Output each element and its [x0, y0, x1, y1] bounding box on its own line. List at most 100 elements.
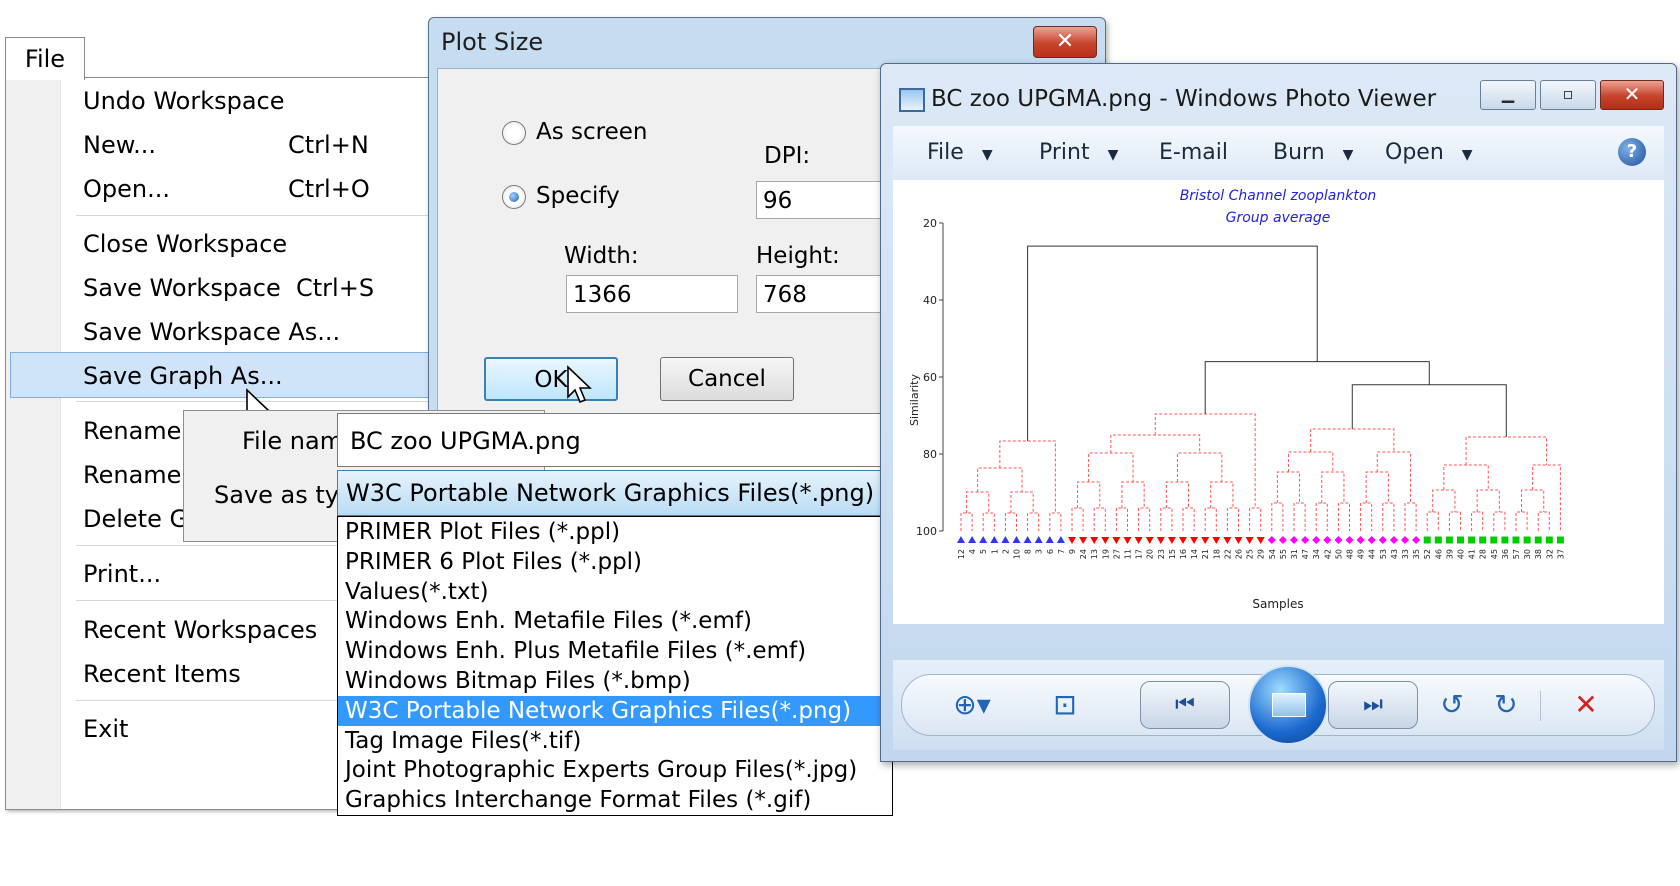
y-tick-label: 20 — [923, 217, 937, 230]
sample-marker — [1389, 536, 1398, 544]
y-tick-label: 40 — [923, 294, 937, 307]
sample-label: 49 — [1357, 549, 1366, 559]
delete-icon[interactable]: ✕ — [1564, 685, 1608, 725]
dendrogram-branch — [1204, 507, 1217, 531]
dendrogram-branch — [1276, 471, 1301, 503]
width-field[interactable]: 1366 — [566, 275, 738, 313]
menu-item-save-workspace[interactable]: Save Workspace Ctrl+S — [6, 265, 446, 311]
mouse-cursor-icon — [567, 365, 592, 404]
dendrogram-branch — [1154, 413, 1256, 508]
sample-marker — [1290, 536, 1298, 544]
dropdown-arrow-icon: ▼ — [1342, 147, 1354, 163]
file-type-option[interactable]: Windows Bitmap Files (*.bmp) — [338, 666, 892, 696]
sample-marker — [1079, 537, 1088, 544]
save-as-type-select[interactable]: W3C Portable Network Graphics Files(*.pn… — [337, 470, 893, 516]
file-type-option[interactable]: Windows Enh. Plus Metafile Files (*.emf) — [338, 636, 892, 666]
file-type-option[interactable]: PRIMER 6 Plot Files (*.ppl) — [338, 547, 892, 577]
dendrogram-branch — [1093, 507, 1106, 531]
sample-label: 10 — [1013, 549, 1022, 559]
viewer-menu-open[interactable]: Open ▼ — [1385, 126, 1473, 182]
menu-item-save-workspace-as[interactable]: Save Workspace As... — [6, 309, 446, 355]
sample-label: 18 — [1212, 549, 1221, 559]
file-type-option[interactable]: Windows Enh. Metafile Files (*.emf) — [338, 606, 892, 636]
dendrogram-branch — [1204, 361, 1430, 414]
sample-label: 15 — [1168, 549, 1177, 559]
sample-marker — [1156, 537, 1165, 544]
sample-label: 52 — [1423, 549, 1432, 559]
close-icon[interactable]: ✕ — [1033, 26, 1097, 58]
file-type-option[interactable]: Tag Image Files(*.tif) — [338, 726, 892, 756]
menu-item-close-workspace[interactable]: Close Workspace — [6, 221, 446, 267]
file-type-option[interactable]: W3C Portable Network Graphics Files(*.pn… — [338, 695, 892, 726]
sample-marker — [1056, 536, 1065, 543]
menu-item-undo-workspace[interactable]: Undo Workspace — [6, 78, 446, 124]
sample-label: 41 — [1468, 549, 1477, 559]
sample-label: 46 — [1434, 549, 1443, 559]
sample-marker — [1001, 536, 1010, 543]
dropdown-arrow-icon: ▼ — [1107, 147, 1119, 163]
sample-marker — [1023, 536, 1032, 543]
sample-marker — [1534, 536, 1542, 544]
viewer-menu-print[interactable]: Print ▼ — [1039, 126, 1118, 182]
help-icon[interactable]: ? — [1618, 138, 1646, 166]
close-icon[interactable]: ✕ — [1600, 80, 1664, 110]
dendrogram-branch — [1426, 511, 1439, 531]
as-screen-label: As screen — [536, 119, 648, 145]
sample-marker — [1356, 536, 1365, 544]
sample-label: 12 — [957, 549, 966, 559]
sample-label: 26 — [1235, 549, 1244, 559]
dendrogram-branch — [1176, 452, 1223, 482]
viewer-menu-burn[interactable]: Burn ▼ — [1273, 126, 1353, 182]
file-type-option[interactable]: Joint Photographic Experts Group Files(*… — [338, 755, 892, 785]
sample-marker — [1412, 536, 1421, 544]
file-type-option[interactable]: PRIMER Plot Files (*.ppl) — [338, 517, 892, 547]
viewer-menu-email[interactable]: E-mail — [1159, 126, 1228, 180]
controls-divider — [1540, 691, 1541, 721]
sample-marker — [1556, 536, 1564, 544]
zoom-icon[interactable]: ⊕▾ — [942, 685, 1002, 725]
slideshow-button[interactable] — [1248, 665, 1328, 745]
actual-size-icon[interactable]: ⊡ — [1040, 685, 1090, 725]
sample-label: 28 — [1479, 549, 1488, 559]
as-screen-radio[interactable] — [502, 121, 526, 145]
menu-item-open[interactable]: Open... Ctrl+O — [6, 166, 446, 212]
viewer-menu-file[interactable]: File ▼ — [927, 126, 993, 182]
previous-icon[interactable]: ⏮ — [1140, 681, 1230, 729]
specify-radio[interactable] — [502, 185, 526, 209]
sample-label: 42 — [1323, 549, 1332, 559]
dendrogram-branch — [1110, 434, 1201, 453]
dendrogram-branch — [1182, 507, 1195, 531]
sample-marker — [957, 536, 965, 543]
dendrogram-branch — [1537, 511, 1550, 531]
minimize-icon[interactable]: ▁ — [1480, 80, 1536, 110]
sample-label: 38 — [1534, 549, 1543, 559]
file-menu-tab[interactable]: File — [5, 37, 85, 80]
menu-item-label: Save Workspace As... — [83, 318, 341, 346]
menu-label: Open — [1385, 140, 1444, 165]
dendrogram-branch — [1310, 428, 1395, 452]
sample-label: 7 — [1057, 549, 1066, 554]
sample-label: 9 — [1068, 549, 1077, 554]
file-type-option[interactable]: Values(*.txt) — [338, 577, 892, 607]
menu-item-save-graph-as[interactable]: Save Graph As... — [10, 352, 442, 398]
sample-marker — [1212, 537, 1221, 544]
dendrogram-branch — [1027, 512, 1040, 531]
cancel-button[interactable]: Cancel — [660, 357, 794, 401]
next-icon[interactable]: ⏭ — [1328, 681, 1418, 729]
dendrogram-branch — [982, 512, 995, 531]
photo-viewer-window: BC zoo UPGMA.png - Windows Photo Viewer … — [880, 63, 1677, 762]
rotate-clockwise-icon[interactable]: ↻ — [1484, 685, 1528, 725]
dendrogram-branch — [1432, 489, 1456, 512]
dendrogram-branch — [1160, 507, 1173, 531]
file-name-input[interactable]: BC zoo UPGMA.png — [337, 413, 893, 467]
sample-label: 8 — [1024, 549, 1033, 554]
maximize-icon[interactable]: ▫ — [1540, 80, 1596, 110]
sample-marker — [1068, 537, 1076, 544]
rotate-counterclockwise-icon[interactable]: ↺ — [1430, 685, 1474, 725]
chart-subtitle: Group average — [1226, 210, 1331, 226]
menu-item-new[interactable]: New... Ctrl+N — [6, 122, 446, 168]
dendrogram-branch — [999, 440, 1056, 513]
file-type-option[interactable]: Graphics Interchange Format Files (*.gif… — [338, 785, 892, 815]
sample-label: 34 — [1312, 549, 1321, 559]
menu-item-label: Exit — [83, 715, 129, 743]
